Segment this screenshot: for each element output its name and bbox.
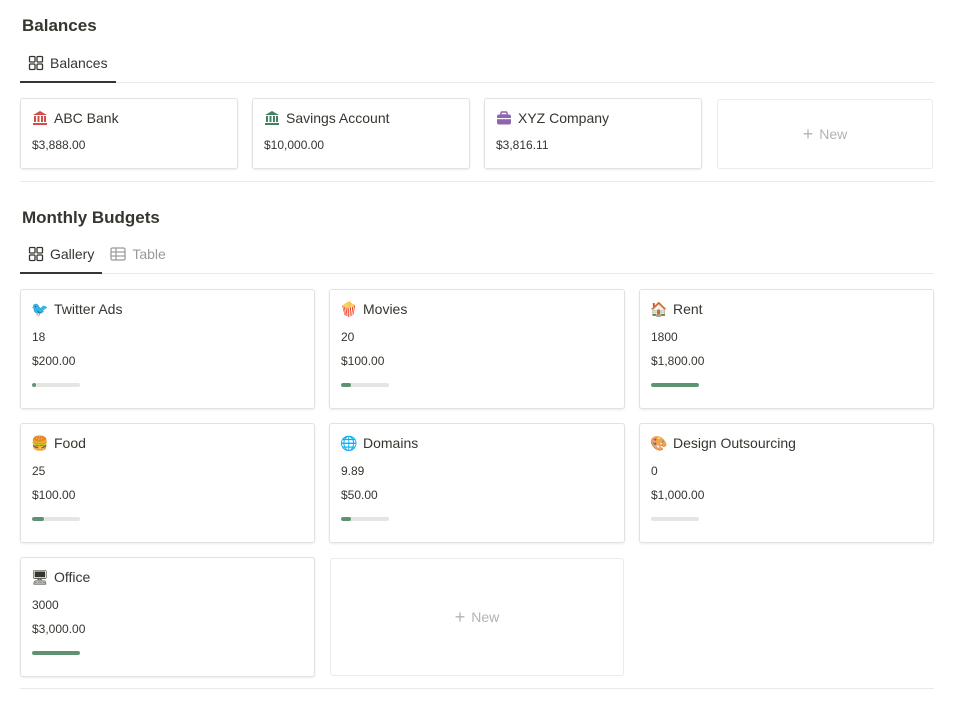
budget-card[interactable]: 🐦 Twitter Ads 18 $200.00 xyxy=(20,289,315,409)
balance-card[interactable]: XYZ Company $3,816.11 xyxy=(484,98,702,169)
balance-card[interactable]: Savings Account $10,000.00 xyxy=(252,98,470,169)
plus-icon: + xyxy=(802,124,814,144)
budget-amount: $50.00 xyxy=(341,488,378,502)
balance-amount: $3,888.00 xyxy=(32,138,86,152)
budget-progress-bar xyxy=(32,517,80,521)
balance-amount: $10,000.00 xyxy=(264,138,325,152)
budgets-new-button[interactable]: + New xyxy=(330,558,624,676)
palette-icon: 🎨 xyxy=(650,435,668,451)
budget-amount: $3,000.00 xyxy=(32,622,86,636)
budget-name: Twitter Ads xyxy=(54,301,123,317)
house-icon: 🏠 xyxy=(650,301,668,317)
balance-name: Savings Account xyxy=(286,110,390,126)
bank-icon xyxy=(265,111,279,125)
tab-label: Table xyxy=(132,246,166,262)
budget-spent: 9.89 xyxy=(341,464,365,478)
section-divider xyxy=(20,688,934,689)
budget-name: Movies xyxy=(363,301,408,317)
desktop-computer-icon: 🖥 xyxy=(31,569,49,585)
balance-card[interactable]: ABC Bank $3,888.00 xyxy=(20,98,238,169)
budget-amount: $1,800.00 xyxy=(651,354,705,368)
budget-name: Food xyxy=(54,435,86,451)
budget-card[interactable]: 🍿 Movies 20 $100.00 xyxy=(329,289,625,409)
budget-progress-bar xyxy=(651,383,699,387)
section-divider xyxy=(20,181,934,182)
tab-table[interactable]: Table xyxy=(102,235,173,273)
globe-icon: 🌐 xyxy=(340,435,358,451)
burger-icon: 🍔 xyxy=(31,435,49,451)
budget-card[interactable]: 🎨 Design Outsourcing 0 $1,000.00 xyxy=(639,423,934,543)
gallery-icon xyxy=(28,246,44,262)
balance-amount: $3,816.11 xyxy=(496,138,549,152)
balance-name: ABC Bank xyxy=(54,110,119,126)
budget-name: Rent xyxy=(673,301,703,317)
balance-name: XYZ Company xyxy=(518,110,610,126)
budget-card[interactable]: 🖥 Office 3000 $3,000.00 xyxy=(20,557,315,677)
budget-spent: 3000 xyxy=(32,598,59,612)
budget-spent: 1800 xyxy=(651,330,678,344)
budget-name: Design Outsourcing xyxy=(673,435,796,451)
budget-spent: 18 xyxy=(32,330,46,344)
budget-spent: 20 xyxy=(341,330,355,344)
budget-progress-bar xyxy=(341,383,389,387)
budget-progress-bar xyxy=(651,517,699,521)
popcorn-icon: 🍿 xyxy=(340,301,358,317)
new-label: New xyxy=(471,609,500,625)
budget-card[interactable]: 🌐 Domains 9.89 $50.00 xyxy=(329,423,625,543)
briefcase-icon xyxy=(497,111,511,125)
budgets-view-tabs: Gallery Table xyxy=(20,235,934,274)
tab-label: Balances xyxy=(50,55,108,71)
budget-amount: $200.00 xyxy=(32,354,76,368)
budget-spent: 0 xyxy=(651,464,658,478)
budget-progress-bar xyxy=(32,383,80,387)
tab-gallery[interactable]: Gallery xyxy=(20,235,103,274)
tab-balances[interactable]: Balances xyxy=(20,44,116,83)
budget-card[interactable]: 🏠 Rent 1800 $1,800.00 xyxy=(639,289,934,409)
budget-name: Domains xyxy=(363,435,419,451)
bank-icon xyxy=(33,111,47,125)
balances-title: Balances xyxy=(22,16,97,35)
budget-amount: $100.00 xyxy=(341,354,385,368)
balances-view-tabs: Balances xyxy=(20,44,934,83)
tab-label: Gallery xyxy=(50,246,95,262)
budget-amount: $100.00 xyxy=(32,488,76,502)
table-icon xyxy=(110,247,127,261)
new-label: New xyxy=(819,126,848,142)
budget-name: Office xyxy=(54,569,91,585)
budget-progress-bar xyxy=(32,651,80,655)
bird-icon: 🐦 xyxy=(31,301,49,317)
plus-icon: + xyxy=(454,607,466,627)
budgets-title: Monthly Budgets xyxy=(22,208,160,227)
gallery-icon xyxy=(28,55,44,71)
balances-new-button[interactable]: + New xyxy=(717,99,933,169)
budget-card[interactable]: 🍔 Food 25 $100.00 xyxy=(20,423,315,543)
budget-amount: $1,000.00 xyxy=(651,488,705,502)
budget-spent: 25 xyxy=(32,464,46,478)
budget-progress-bar xyxy=(341,517,389,521)
